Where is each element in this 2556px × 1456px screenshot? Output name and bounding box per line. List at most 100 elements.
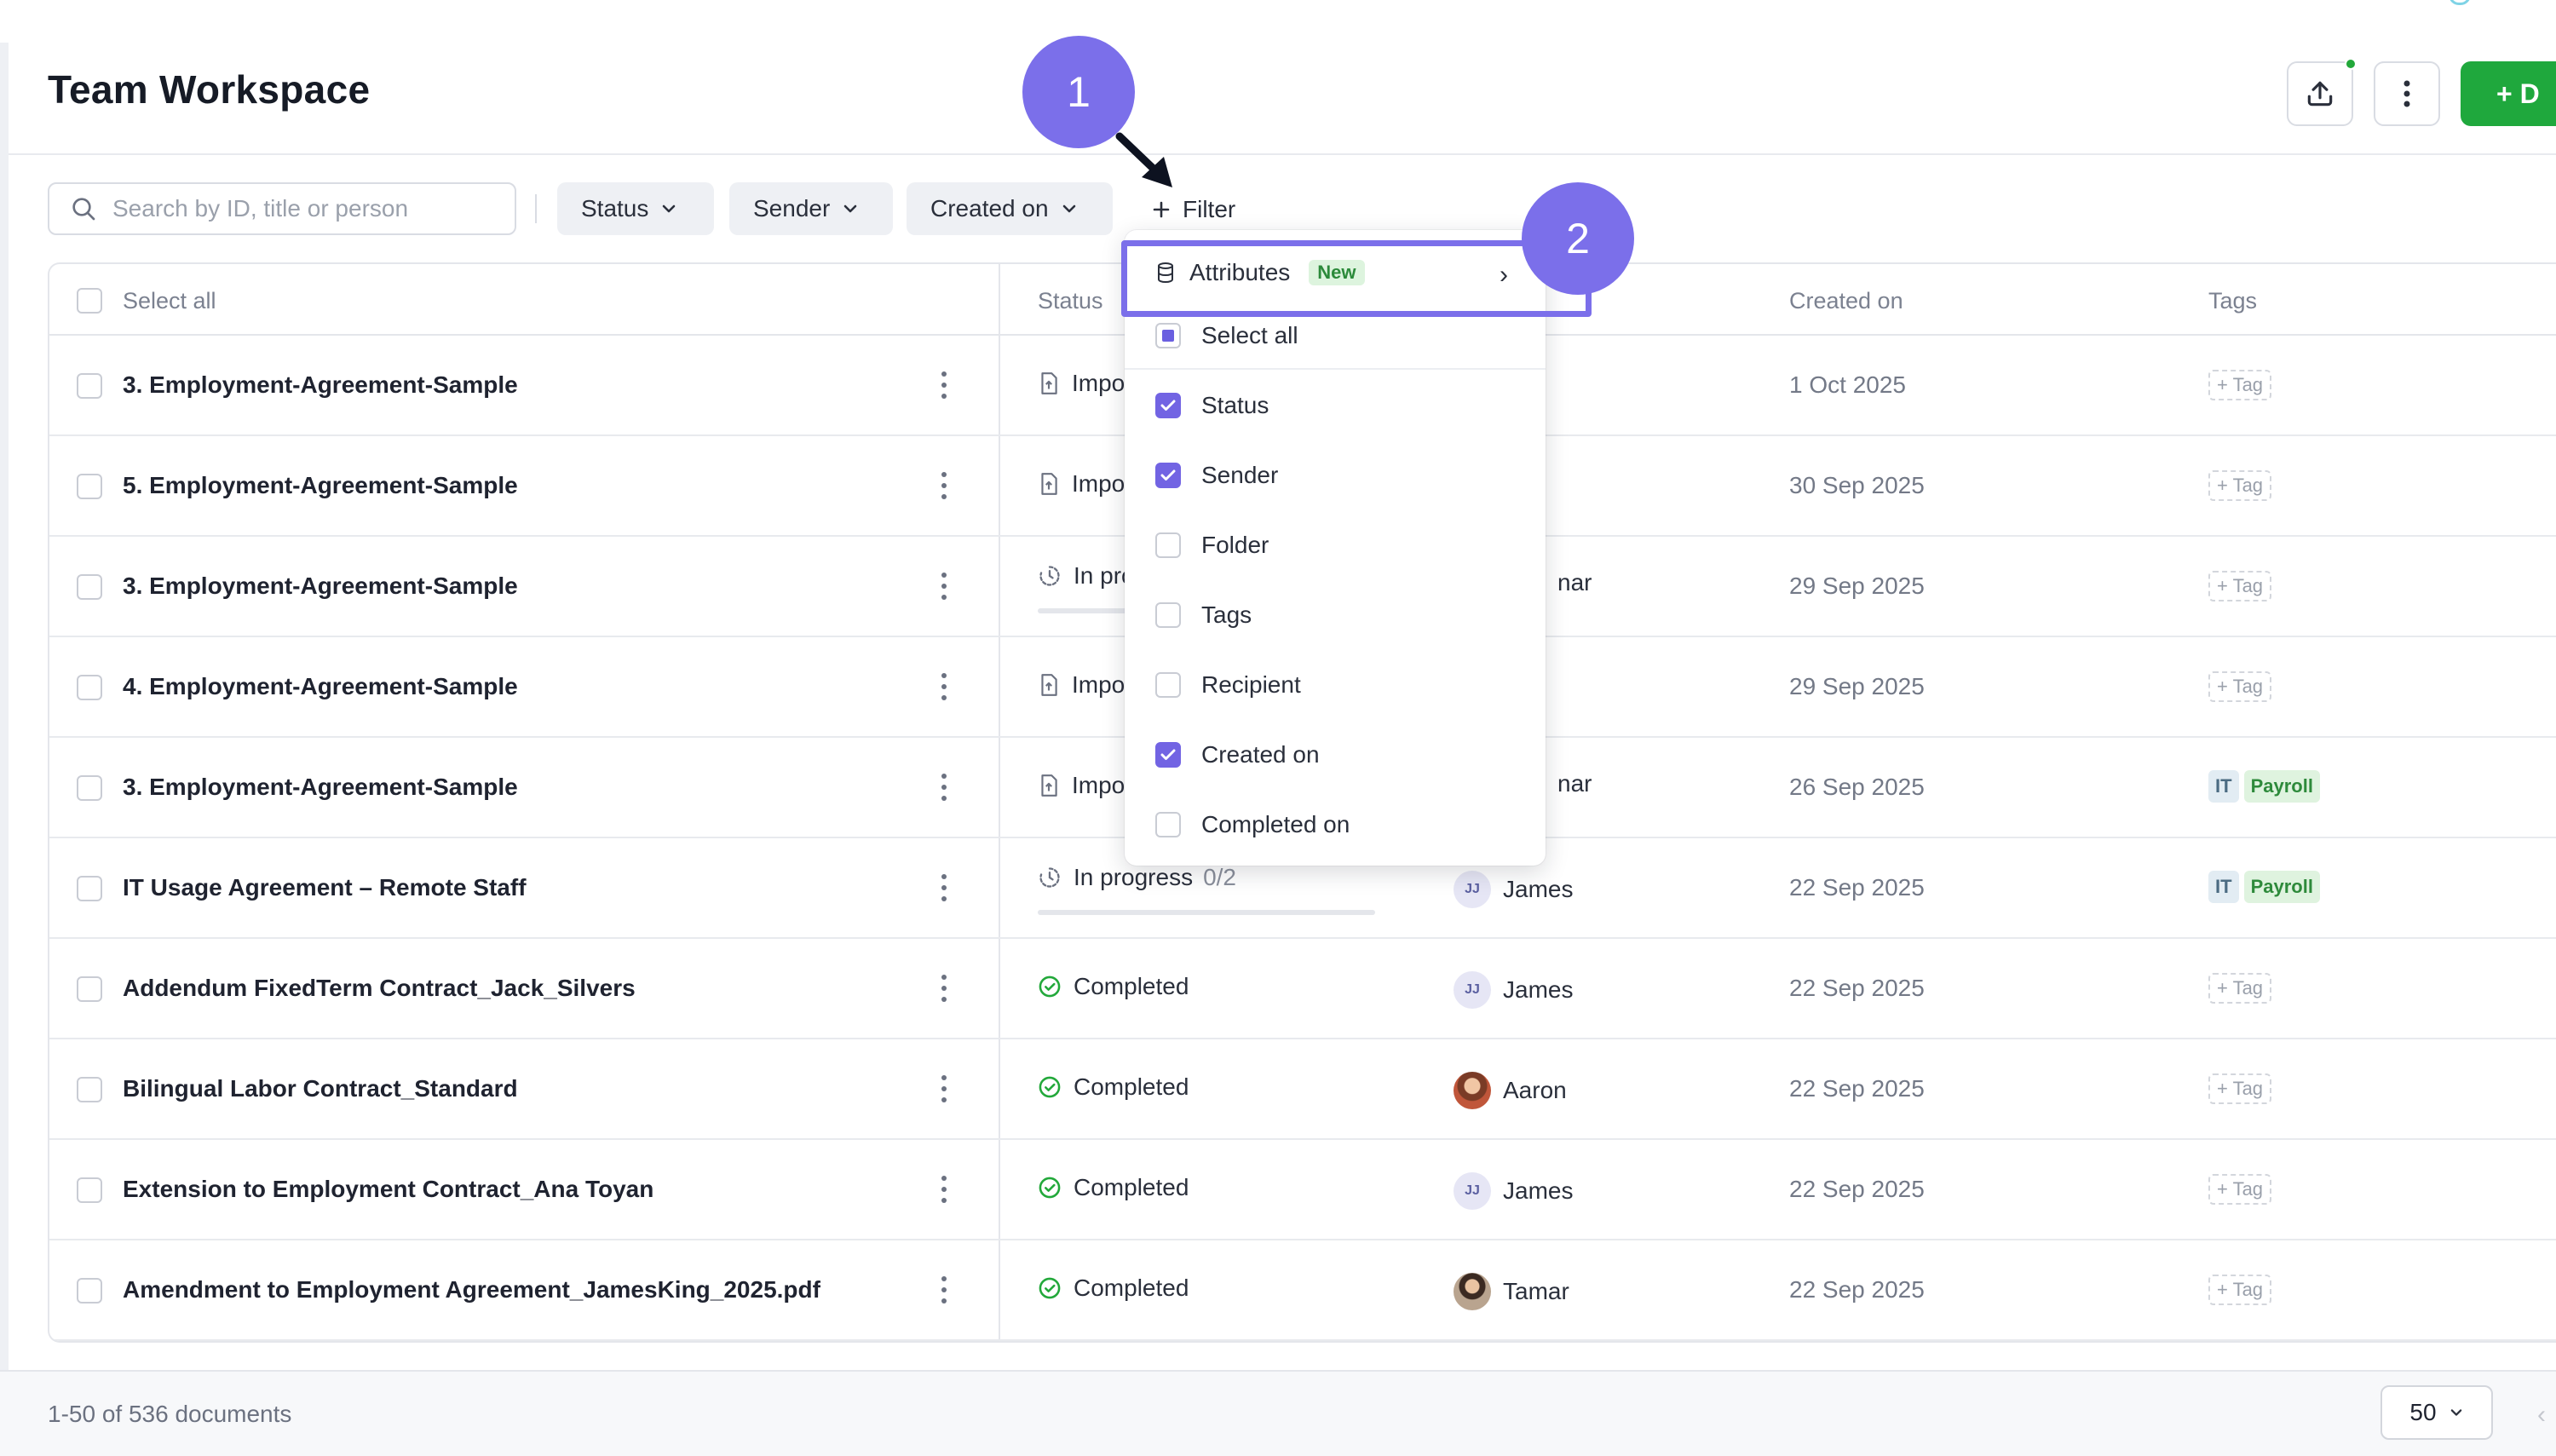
row-menu-button[interactable]	[937, 1172, 951, 1206]
avatar: JJ	[1454, 971, 1491, 1009]
add-filter-button[interactable]: Filter	[1152, 193, 1235, 227]
document-title[interactable]: 5. Employment-Agreement-Sample	[123, 472, 518, 499]
row-checkbox[interactable]	[77, 373, 102, 399]
add-tag-button[interactable]: + Tag	[2208, 671, 2272, 702]
attribute-option-status[interactable]: Status	[1155, 392, 1269, 419]
select-all-checkbox[interactable]	[1155, 323, 1181, 348]
add-tag-button[interactable]: + Tag	[2208, 571, 2272, 601]
row-menu-button[interactable]	[937, 1273, 951, 1307]
table-row[interactable]: Addendum FixedTerm Contract_Jack_Silvers…	[49, 939, 2556, 1039]
avatar: JJ	[1454, 871, 1491, 908]
table-row[interactable]: Amendment to Employment Agreement_JamesK…	[49, 1240, 2556, 1341]
status-filter-chip[interactable]: Status	[557, 182, 714, 235]
status-cell: Completed	[1038, 1174, 1189, 1201]
sender-filter-chip[interactable]: Sender	[729, 182, 893, 235]
checkbox[interactable]	[1155, 463, 1181, 488]
checkbox[interactable]	[1155, 742, 1181, 768]
add-tag-button[interactable]: + Tag	[2208, 1275, 2272, 1305]
document-title[interactable]: IT Usage Agreement – Remote Staff	[123, 874, 527, 901]
status-cell: Impo	[1038, 370, 1125, 397]
row-menu-button[interactable]	[937, 569, 951, 603]
attribute-option-created-on[interactable]: Created on	[1155, 741, 1320, 768]
row-checkbox[interactable]	[77, 574, 102, 600]
status-cell: Impo	[1038, 772, 1125, 799]
row-menu-button[interactable]	[937, 971, 951, 1005]
chevron-left-icon[interactable]: ‹	[2537, 1401, 2546, 1430]
add-tag-button[interactable]: + Tag	[2208, 370, 2272, 400]
tag-payroll[interactable]: Payroll	[2243, 770, 2320, 803]
row-checkbox[interactable]	[77, 474, 102, 499]
row-checkbox[interactable]	[77, 876, 102, 901]
status-text: Impo	[1072, 772, 1125, 798]
checkbox[interactable]	[1155, 812, 1181, 837]
select-all-checkbox[interactable]	[77, 288, 102, 314]
tag-payroll[interactable]: Payroll	[2243, 871, 2320, 903]
avatar: JJ	[1454, 1172, 1491, 1210]
row-checkbox[interactable]	[77, 976, 102, 1002]
page-size-select[interactable]: 50	[2380, 1385, 2493, 1440]
document-title[interactable]: 3. Employment-Agreement-Sample	[123, 774, 518, 801]
sender-cell: JJ James	[1454, 871, 1573, 908]
checkbox[interactable]	[1155, 672, 1181, 698]
document-title[interactable]: Bilingual Labor Contract_Standard	[123, 1075, 518, 1102]
document-title[interactable]: Addendum FixedTerm Contract_Jack_Silvers	[123, 975, 636, 1002]
document-title[interactable]: 4. Employment-Agreement-Sample	[123, 673, 518, 700]
created-on-column-header[interactable]: Created on	[1789, 288, 1903, 314]
document-title[interactable]: 3. Employment-Agreement-Sample	[123, 371, 518, 399]
check-icon	[1160, 749, 1176, 760]
row-checkbox[interactable]	[77, 775, 102, 801]
tag-it[interactable]: IT	[2208, 871, 2239, 903]
row-checkbox[interactable]	[77, 675, 102, 700]
created-on-filter-chip[interactable]: Created on	[907, 182, 1113, 235]
attribute-label: Recipient	[1201, 671, 1301, 698]
row-checkbox[interactable]	[77, 1077, 102, 1102]
tags-cell: IT Payroll	[2208, 871, 2320, 903]
row-checkbox[interactable]	[77, 1278, 102, 1303]
row-menu-button[interactable]	[937, 469, 951, 503]
clock-icon	[1039, 566, 1060, 586]
search-field[interactable]	[48, 182, 516, 235]
row-menu-button[interactable]	[937, 368, 951, 402]
add-filter-label: Filter	[1183, 196, 1236, 222]
search-input[interactable]	[111, 194, 486, 223]
add-tag-button[interactable]: + Tag	[2208, 470, 2272, 501]
row-menu-button[interactable]	[937, 770, 951, 804]
status-column-header[interactable]: Status	[1038, 288, 1103, 314]
attribute-label: Tags	[1201, 601, 1252, 628]
add-tag-button[interactable]: + Tag	[2208, 1073, 2272, 1104]
add-tag-button[interactable]: + Tag	[2208, 973, 2272, 1004]
more-options-button[interactable]	[2374, 61, 2440, 126]
checkbox[interactable]	[1155, 532, 1181, 558]
check-icon	[1160, 400, 1176, 411]
checkbox[interactable]	[1155, 393, 1181, 418]
document-title[interactable]: Extension to Employment Contract_Ana Toy…	[123, 1176, 653, 1203]
chevron-down-icon	[2450, 1409, 2461, 1416]
tags-column-header[interactable]: Tags	[2208, 288, 2257, 314]
attribute-option-tags[interactable]: Tags	[1155, 601, 1252, 629]
document-title[interactable]: 3. Employment-Agreement-Sample	[123, 573, 518, 600]
attribute-option-recipient[interactable]: Recipient	[1155, 671, 1301, 699]
row-menu-button[interactable]	[937, 1072, 951, 1106]
checkbox[interactable]	[1155, 602, 1181, 628]
row-menu-button[interactable]	[937, 670, 951, 704]
status-filter-label: Status	[581, 195, 649, 222]
row-menu-button[interactable]	[937, 871, 951, 905]
select-all-attributes[interactable]: Select all	[1155, 322, 1298, 349]
table-row[interactable]: Bilingual Labor Contract_Standard Comple…	[49, 1039, 2556, 1140]
attribute-option-folder[interactable]: Folder	[1155, 532, 1269, 559]
table-row[interactable]: Extension to Employment Contract_Ana Toy…	[49, 1140, 2556, 1240]
upload-button[interactable]	[2287, 58, 2357, 126]
search-icon	[72, 198, 95, 221]
document-title[interactable]: Amendment to Employment Agreement_JamesK…	[123, 1276, 820, 1303]
status-cell: Impo	[1038, 671, 1125, 699]
add-tag-button[interactable]: + Tag	[2208, 1174, 2272, 1205]
attribute-option-completed-on[interactable]: Completed on	[1155, 811, 1350, 838]
tag-it[interactable]: IT	[2208, 770, 2239, 803]
sender-name: James	[1503, 876, 1574, 902]
chevron-down-icon	[663, 204, 676, 213]
attribute-option-sender[interactable]: Sender	[1155, 462, 1278, 489]
create-document-button[interactable]: + D	[2461, 61, 2556, 126]
left-edge	[0, 43, 9, 1372]
row-checkbox[interactable]	[77, 1177, 102, 1203]
sender-cell: nar	[1557, 569, 1592, 596]
